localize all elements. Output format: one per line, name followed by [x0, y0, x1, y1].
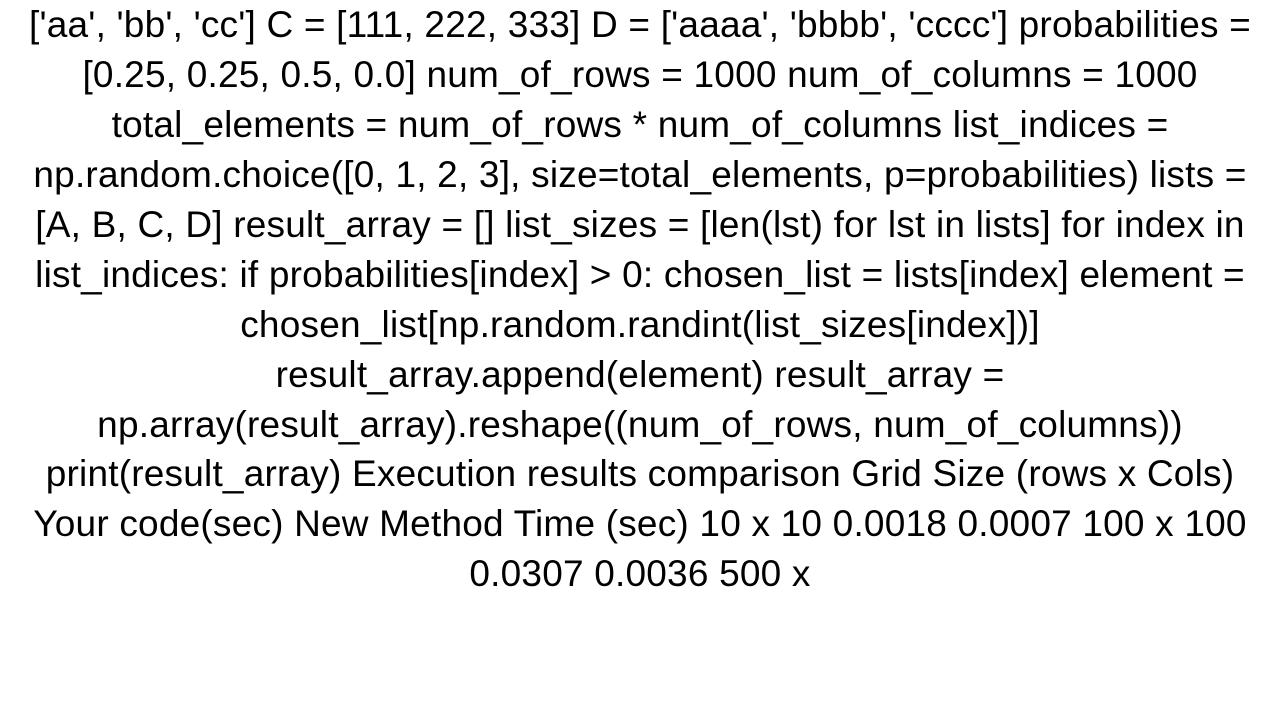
- document-text: ['aa', 'bb', 'cc'] C = [111, 222, 333] D…: [0, 0, 1280, 599]
